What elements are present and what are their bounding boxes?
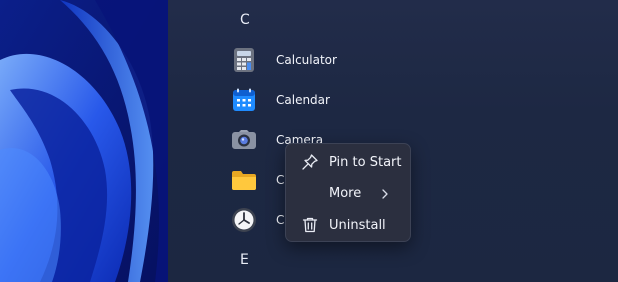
trash-icon xyxy=(298,213,322,237)
menu-item-label: Pin to Start xyxy=(329,154,402,170)
app-item-calculator[interactable]: Calculator xyxy=(228,44,408,76)
menu-item-pin-to-start[interactable]: Pin to Start xyxy=(290,148,406,176)
more-spacer xyxy=(298,181,322,205)
desktop-wallpaper xyxy=(0,0,168,282)
calendar-icon xyxy=(228,84,260,116)
menu-item-uninstall[interactable]: Uninstall xyxy=(290,211,406,239)
clock-icon xyxy=(228,204,260,236)
chevron-right-icon xyxy=(378,186,392,200)
section-header-e[interactable]: E xyxy=(240,252,254,268)
calculator-icon xyxy=(228,44,260,76)
context-menu: Pin to Start More Uninstall xyxy=(285,143,411,242)
menu-item-label: Uninstall xyxy=(329,217,386,233)
desktop-screen: C Calculator Calendar Camera C C E Pin t… xyxy=(0,0,618,282)
app-item-calendar[interactable]: Calendar xyxy=(228,84,408,116)
menu-item-more[interactable]: More xyxy=(290,179,406,207)
section-header-c[interactable]: C xyxy=(240,12,254,28)
camera-icon xyxy=(228,124,260,156)
folder-icon xyxy=(228,164,260,196)
pin-icon xyxy=(298,150,322,174)
app-label: C xyxy=(276,213,285,227)
app-label: Calculator xyxy=(276,53,337,67)
menu-item-label: More xyxy=(329,185,362,201)
app-label: Calendar xyxy=(276,93,330,107)
app-label: C xyxy=(276,173,285,187)
